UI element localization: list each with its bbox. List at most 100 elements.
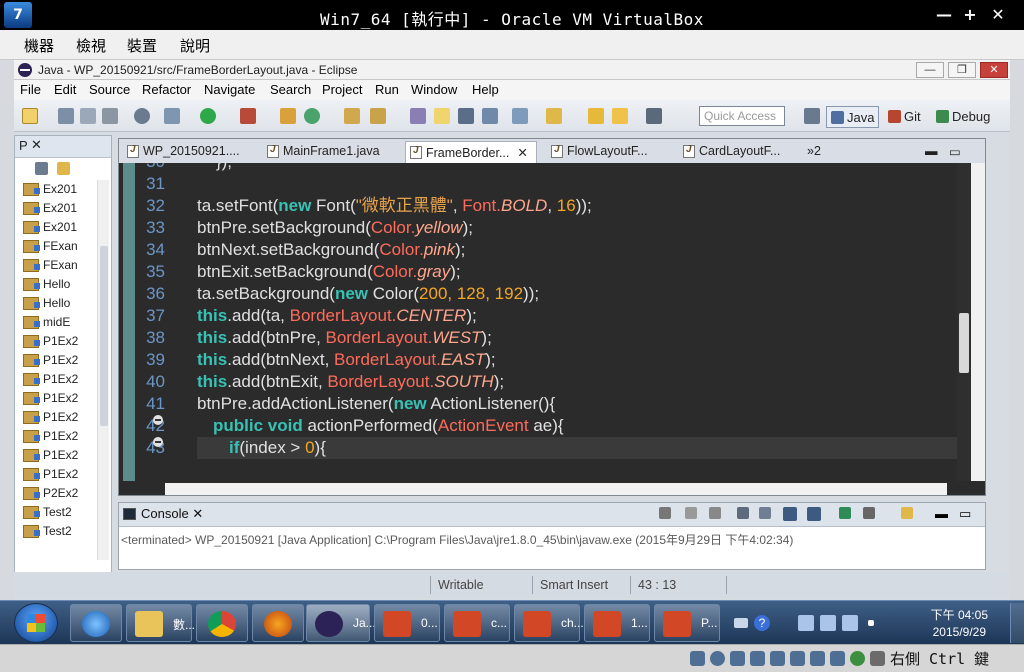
menu-file[interactable]: File <box>20 82 41 97</box>
mouse-integration-icon[interactable] <box>870 651 885 666</box>
perspective-git[interactable]: Git <box>884 106 925 128</box>
menu-navigate[interactable]: Navigate <box>204 82 255 97</box>
open-perspective-icon[interactable] <box>804 108 820 124</box>
fold-toggle-icon[interactable] <box>153 415 163 425</box>
taskbar-eclipse[interactable]: Ja... <box>306 604 376 642</box>
cpu-icon[interactable] <box>850 651 865 666</box>
clear-console-icon[interactable] <box>737 507 749 519</box>
list-item[interactable]: P2Ex2 <box>21 484 97 503</box>
print-icon[interactable] <box>102 108 118 124</box>
package-scrollbar[interactable] <box>97 180 109 560</box>
list-item[interactable]: P1Ex2 <box>21 351 97 370</box>
link-editor-icon[interactable] <box>57 162 70 175</box>
keyboard-icon[interactable] <box>734 618 748 628</box>
menu-window[interactable]: Window <box>411 82 457 97</box>
taskbar-chrome[interactable] <box>196 604 248 642</box>
vbox-menu-devices[interactable]: 裝置 <box>127 35 157 56</box>
clock[interactable]: 下午 04:05 2015/9/29 <box>931 607 988 641</box>
vbox-close-button[interactable]: ✕ <box>988 5 1008 25</box>
open-console-icon[interactable] <box>863 507 875 519</box>
collapse-all-icon[interactable] <box>35 162 48 175</box>
close-icon[interactable]: ✕ <box>192 506 203 521</box>
next-annotation-icon[interactable] <box>512 108 528 124</box>
list-item[interactable]: Test2 <box>21 522 97 541</box>
remove-launch-icon[interactable] <box>685 507 697 519</box>
word-wrap-icon[interactable] <box>807 507 821 521</box>
tab-frameborderlayout[interactable]: FrameBorder...✕ <box>405 141 537 163</box>
perspective-debug[interactable]: Debug <box>932 106 994 128</box>
flag-icon[interactable] <box>798 615 814 631</box>
video-capture-icon[interactable] <box>830 651 845 666</box>
code-content[interactable]: }); ta.setFont(new Font("微軟正黑體", Font.BO… <box>197 163 957 459</box>
forward-arrow-icon[interactable] <box>646 108 662 124</box>
ime-help-icon[interactable]: ? <box>754 615 770 631</box>
audio-icon[interactable] <box>730 651 745 666</box>
skip-breakpoints-icon[interactable] <box>134 108 150 124</box>
vbox-maximize-button[interactable]: + <box>960 5 980 25</box>
highlight-icon[interactable] <box>434 108 450 124</box>
back-icon[interactable] <box>588 108 604 124</box>
list-item[interactable]: P1Ex2 <box>21 332 97 351</box>
remove-all-icon[interactable] <box>709 507 721 519</box>
list-item[interactable]: P1Ex2 <box>21 370 97 389</box>
last-edit-icon[interactable] <box>546 108 562 124</box>
tray-chevron-icon[interactable] <box>868 620 874 626</box>
optical-drive-icon[interactable] <box>710 651 725 666</box>
tab-wp-20150921[interactable]: WP_20150921.... <box>123 141 240 163</box>
vbox-minimize-button[interactable]: — <box>934 5 954 25</box>
pin-console-icon[interactable] <box>783 507 797 521</box>
taskbar-folder[interactable]: 數... <box>126 604 195 642</box>
more-tabs-button[interactable]: »2 <box>797 141 821 163</box>
new-class-icon[interactable] <box>304 108 320 124</box>
list-item[interactable]: FExan <box>21 237 97 256</box>
fold-toggle-icon[interactable] <box>153 437 163 447</box>
list-item[interactable]: Ex201 <box>21 199 97 218</box>
new-console-icon[interactable] <box>901 507 913 519</box>
list-item[interactable]: P1Ex2 <box>21 408 97 427</box>
external-tools-icon[interactable] <box>240 108 256 124</box>
new-package-icon[interactable] <box>280 108 296 124</box>
list-item[interactable]: P1Ex2 <box>21 446 97 465</box>
editor-body[interactable]: 30 31 32 33 34 35 36 37 38 39 40 41 42 4… <box>119 163 985 481</box>
list-item[interactable]: Ex201 <box>21 180 97 199</box>
new-icon[interactable] <box>22 108 38 124</box>
overview-ruler[interactable] <box>971 163 985 481</box>
back-arrow-icon[interactable] <box>612 108 628 124</box>
editor-maximize-button[interactable]: ▭ <box>949 141 961 163</box>
taskbar-firefox[interactable] <box>252 604 304 642</box>
list-item[interactable]: P1Ex2 <box>21 427 97 446</box>
quick-access-input[interactable]: Quick Access <box>699 106 785 126</box>
menu-source[interactable]: Source <box>89 82 130 97</box>
open-type-icon[interactable] <box>344 108 360 124</box>
menu-refactor[interactable]: Refactor <box>142 82 191 97</box>
close-icon[interactable]: ✕ <box>31 137 42 153</box>
menu-project[interactable]: Project <box>322 82 362 97</box>
tab-flowlayout[interactable]: FlowLayoutF... <box>547 141 648 163</box>
list-item[interactable]: P1Ex2 <box>21 389 97 408</box>
menu-run[interactable]: Run <box>375 82 399 97</box>
vbox-menu-view[interactable]: 檢視 <box>76 35 106 56</box>
eclipse-restore-button[interactable]: ❐ <box>948 62 976 78</box>
scroll-lock-icon[interactable] <box>759 507 771 519</box>
perspective-java[interactable]: Java <box>826 106 880 128</box>
list-item[interactable]: midE <box>21 313 97 332</box>
list-item[interactable]: Ex201 <box>21 218 97 237</box>
volume-icon[interactable] <box>842 615 858 631</box>
list-item[interactable]: P1Ex2 <box>21 465 97 484</box>
display-icon[interactable] <box>810 651 825 666</box>
taskbar-ppt-2[interactable]: c... <box>444 604 510 642</box>
console-maximize-button[interactable]: ▭ <box>959 506 971 522</box>
console-tab[interactable]: Console ✕ <box>123 506 203 522</box>
editor-minimize-button[interactable]: ▬ <box>925 141 938 163</box>
menu-edit[interactable]: Edit <box>54 82 76 97</box>
taskbar-ppt-4[interactable]: 1... <box>584 604 650 642</box>
start-button[interactable] <box>14 603 58 643</box>
tray-arrow-icon[interactable] <box>776 615 792 631</box>
save-icon[interactable] <box>58 108 74 124</box>
list-item[interactable]: Hello <box>21 275 97 294</box>
taskbar-ie[interactable] <box>70 604 122 642</box>
run-icon[interactable] <box>200 108 216 124</box>
menu-help[interactable]: Help <box>472 82 499 97</box>
network-adapter-icon[interactable] <box>750 651 765 666</box>
list-item[interactable]: Hello <box>21 294 97 313</box>
